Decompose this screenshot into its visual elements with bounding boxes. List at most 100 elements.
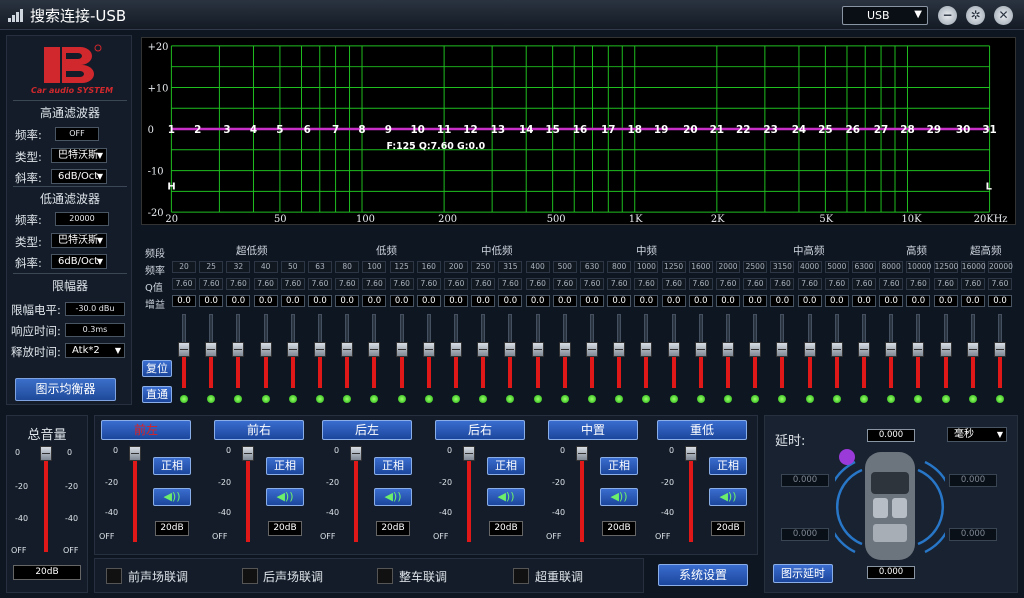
band-q-input[interactable]: 7.60 xyxy=(552,278,577,290)
channel-select-button[interactable]: 中置 xyxy=(548,420,638,440)
mute-button[interactable]: ◀)) xyxy=(266,488,304,506)
band-enable-indicator[interactable] xyxy=(860,395,868,403)
band-gain-input[interactable]: 0.0 xyxy=(389,295,414,307)
band-slider-knob[interactable] xyxy=(205,342,218,357)
band-slider-knob[interactable] xyxy=(504,342,517,357)
band-q-input[interactable]: 7.60 xyxy=(498,278,523,290)
band-enable-indicator[interactable] xyxy=(642,395,651,403)
band-slider-knob[interactable] xyxy=(722,342,734,357)
band-freq-input[interactable]: 1250 xyxy=(661,261,686,273)
band-slider-knob[interactable] xyxy=(640,342,653,357)
band-slider-knob[interactable] xyxy=(531,342,544,357)
band-enable-indicator[interactable] xyxy=(832,395,841,403)
band-enable-indicator[interactable] xyxy=(941,395,950,403)
band-q-input[interactable]: 7.60 xyxy=(988,278,1012,290)
band-slider-knob[interactable] xyxy=(966,342,979,357)
hp-slope-select[interactable]: 6dB/Oct ▼ xyxy=(51,169,107,184)
band-freq-input[interactable]: 6300 xyxy=(852,261,876,273)
band-gain-input[interactable]: 0.0 xyxy=(852,295,876,307)
reset-button[interactable]: 复位 xyxy=(142,360,172,377)
band-freq-input[interactable]: 80 xyxy=(335,261,360,273)
band-slider-knob[interactable] xyxy=(830,342,843,357)
band-enable-indicator[interactable] xyxy=(914,395,923,403)
delay-bottom-value[interactable]: 0.000 xyxy=(867,566,915,579)
band-gain-input[interactable]: 0.0 xyxy=(308,295,332,307)
band-gain-input[interactable]: 0.0 xyxy=(444,295,468,307)
phase-button[interactable]: 正相 xyxy=(600,457,638,475)
band-gain-input[interactable]: 0.0 xyxy=(661,295,686,307)
band-q-input[interactable]: 7.60 xyxy=(362,278,387,290)
band-q-input[interactable]: 7.60 xyxy=(308,278,332,290)
band-enable-indicator[interactable] xyxy=(588,395,596,403)
band-marker-26[interactable]: 26 xyxy=(846,124,860,136)
band-q-input[interactable]: 7.60 xyxy=(525,278,550,290)
band-slider-knob[interactable] xyxy=(477,342,490,357)
mute-button[interactable]: ◀)) xyxy=(153,488,191,506)
band-enable-indicator[interactable] xyxy=(424,395,433,403)
band-q-input[interactable]: 7.60 xyxy=(226,278,251,290)
band-freq-input[interactable]: 100 xyxy=(362,261,387,273)
band-marker-3[interactable]: 3 xyxy=(223,124,230,136)
band-enable-indicator[interactable] xyxy=(370,395,379,403)
band-gain-input[interactable]: 0.0 xyxy=(525,295,550,307)
band-enable-indicator[interactable] xyxy=(397,395,406,403)
lowpass-marker[interactable]: L xyxy=(986,181,993,192)
band-q-input[interactable]: 7.60 xyxy=(444,278,468,290)
channel-slider-knob[interactable] xyxy=(463,446,475,461)
band-enable-indicator[interactable] xyxy=(234,395,243,403)
band-q-input[interactable]: 7.60 xyxy=(743,278,768,290)
band-freq-input[interactable]: 5000 xyxy=(824,261,849,273)
band-freq-input[interactable]: 3150 xyxy=(770,261,795,273)
band-enable-indicator[interactable] xyxy=(805,395,814,403)
band-gain-input[interactable]: 0.0 xyxy=(335,295,360,307)
band-slider-knob[interactable] xyxy=(586,342,598,357)
lp-type-select[interactable]: 巴特沃斯 ▼ xyxy=(51,233,107,248)
band-enable-indicator[interactable] xyxy=(316,395,324,403)
band-gain-input[interactable]: 0.0 xyxy=(607,295,632,307)
band-freq-input[interactable]: 8000 xyxy=(879,261,904,273)
band-slider-knob[interactable] xyxy=(613,342,626,357)
channel-slider-knob[interactable] xyxy=(685,446,697,461)
band-gain-input[interactable]: 0.0 xyxy=(172,295,196,307)
channel-select-button[interactable]: 后左 xyxy=(322,420,412,440)
band-gain-input[interactable]: 0.0 xyxy=(253,295,278,307)
band-enable-indicator[interactable] xyxy=(479,395,488,403)
band-gain-input[interactable]: 0.0 xyxy=(770,295,795,307)
band-freq-input[interactable]: 250 xyxy=(471,261,496,273)
limit-level-input[interactable]: -30.0 dBu xyxy=(65,302,125,316)
band-enable-indicator[interactable] xyxy=(180,395,188,403)
band-enable-indicator[interactable] xyxy=(778,395,787,403)
band-freq-input[interactable]: 20000 xyxy=(988,261,1013,273)
band-freq-input[interactable]: 500 xyxy=(552,261,577,273)
band-q-input[interactable]: 7.60 xyxy=(416,278,441,290)
band-q-input[interactable]: 7.60 xyxy=(688,278,713,290)
band-marker-23[interactable]: 23 xyxy=(763,124,777,136)
band-gain-input[interactable]: 0.0 xyxy=(634,295,659,307)
band-marker-19[interactable]: 19 xyxy=(654,124,668,136)
close-button[interactable]: ✕ xyxy=(994,6,1013,25)
band-freq-input[interactable]: 1000 xyxy=(634,261,659,273)
band-q-input[interactable]: 7.60 xyxy=(960,278,985,290)
mute-button[interactable]: ◀)) xyxy=(600,488,638,506)
highpass-marker[interactable]: H xyxy=(167,181,175,192)
band-gain-input[interactable]: 0.0 xyxy=(688,295,713,307)
eq-graph[interactable]: +20+100-10-2020 50 100 200 500 1K 2K 5K 10K 20KHz… xyxy=(141,37,1016,225)
band-enable-indicator[interactable] xyxy=(996,395,1004,403)
band-slider-knob[interactable] xyxy=(694,342,707,357)
phase-button[interactable]: 正相 xyxy=(487,457,525,475)
lp-freq-input[interactable]: 20000 xyxy=(55,212,109,226)
delay-rl-value[interactable]: 0.000 xyxy=(781,528,829,541)
band-enable-indicator[interactable] xyxy=(560,395,569,403)
car-link-checkbox[interactable] xyxy=(377,568,393,584)
band-gain-input[interactable]: 0.0 xyxy=(797,295,822,307)
band-slider-knob[interactable] xyxy=(259,342,272,357)
channel-slider-knob[interactable] xyxy=(350,446,362,461)
band-slider-knob[interactable] xyxy=(450,342,462,357)
band-q-input[interactable]: 7.60 xyxy=(335,278,360,290)
band-enable-indicator[interactable] xyxy=(343,395,352,403)
band-freq-input[interactable]: 4000 xyxy=(797,261,822,273)
band-gain-input[interactable]: 0.0 xyxy=(498,295,523,307)
band-slider-knob[interactable] xyxy=(558,342,571,357)
band-enable-indicator[interactable] xyxy=(615,395,624,403)
channel-select-button[interactable]: 前左 xyxy=(101,420,191,440)
